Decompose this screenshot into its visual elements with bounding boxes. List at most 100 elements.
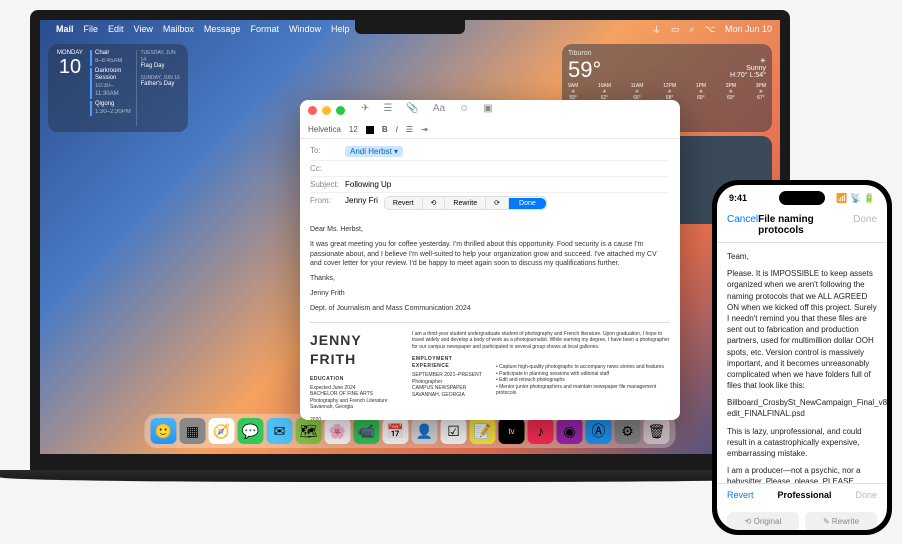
event-title: Chair <box>95 50 132 58</box>
menu-window[interactable]: Window <box>289 24 321 34</box>
forward-icon[interactable]: ⟳ <box>486 197 509 209</box>
header-icon[interactable]: ☰ <box>383 103 392 114</box>
dock-settings[interactable]: ⚙ <box>615 418 641 444</box>
cc-label: Cc: <box>310 164 345 173</box>
menubar-datetime[interactable]: Mon Jun 10 <box>725 24 772 34</box>
dock-safari[interactable]: 🧭 <box>209 418 235 444</box>
from-label: From: <box>310 196 345 210</box>
menu-help[interactable]: Help <box>331 24 350 34</box>
edu-heading: EDUCATION <box>310 376 400 383</box>
menu-message[interactable]: Message <box>204 24 241 34</box>
dock-launchpad[interactable]: ▦ <box>180 418 206 444</box>
dock-calendar[interactable]: 📅 <box>383 418 409 444</box>
sig-name: Jenny Frith <box>310 289 670 299</box>
dock-mail[interactable]: ✉ <box>267 418 293 444</box>
done-button[interactable]: Done <box>853 214 877 236</box>
dock-maps[interactable]: 🗺 <box>296 418 322 444</box>
dock-trash[interactable]: 🗑 <box>644 418 670 444</box>
para-2: This is lazy, unprofessional, and could … <box>727 426 877 460</box>
attach-icon[interactable]: 📎 <box>406 103 418 114</box>
rewrite-button[interactable]: Rewrite <box>445 198 486 209</box>
weather-condition: Sunny <box>730 65 766 72</box>
emoji-icon[interactable]: ☺ <box>459 103 469 114</box>
resume-name: JENNY FRITH <box>310 331 400 370</box>
iphone-buttons: ⟲ Original ✎ Rewrite <box>717 506 887 530</box>
iphone-screen: 9:41 📶 📡 🔋 Cancel File naming protocols … <box>717 185 887 530</box>
filename: Billboard_CrosbySt_NewCampaign_Final_v81… <box>727 397 877 419</box>
sun-icon: ☀ <box>730 57 766 65</box>
revert-button[interactable]: Revert <box>727 490 754 500</box>
traffic-lights <box>300 100 353 121</box>
menu-format[interactable]: Format <box>250 24 279 34</box>
mail-toolbar: ✈ ☰ 📎 Aa ☺ ▣ <box>353 101 501 120</box>
emp-detail: SEPTEMBER 2021–PRESENT Photographer CAMP… <box>412 372 488 398</box>
mail-body[interactable]: Dear Ms. Herbst, It was great meeting yo… <box>300 217 680 420</box>
dock-reminders[interactable]: ☑ <box>441 418 467 444</box>
iphone-tools: Revert Professional Done <box>717 483 887 506</box>
menu-file[interactable]: File <box>84 24 99 34</box>
greeting: Dear Ms. Herbst, <box>310 225 670 235</box>
italic-button[interactable]: I <box>396 125 398 134</box>
bold-button[interactable]: B <box>382 125 388 134</box>
subject-label: Subject: <box>310 180 345 189</box>
indent-icon[interactable]: ⇥ <box>421 125 428 134</box>
photo-icon[interactable]: ▣ <box>483 103 492 114</box>
dock-notes[interactable]: 📝 <box>470 418 496 444</box>
menu-mailbox[interactable]: Mailbox <box>163 24 194 34</box>
subject-field[interactable]: Following Up <box>345 180 391 189</box>
maximize-button[interactable] <box>336 106 345 115</box>
edu-detail: Expected June 2024 BACHELOR OF FINE ARTS… <box>310 385 400 420</box>
menu-edit[interactable]: Edit <box>108 24 124 34</box>
search-icon[interactable]: ⌕ <box>690 24 695 35</box>
original-button[interactable]: ⟲ Original <box>727 512 799 530</box>
upcoming-day: SUNDAY, JUN 16 <box>141 75 183 82</box>
to-label: To: <box>310 146 345 157</box>
dock-facetime[interactable]: 📹 <box>354 418 380 444</box>
minimize-button[interactable] <box>322 106 331 115</box>
wifi-icon[interactable]: ⏚ <box>652 23 661 36</box>
font-select[interactable]: Helvetica <box>308 125 341 134</box>
color-swatch[interactable] <box>366 126 374 134</box>
send-icon[interactable]: ✈ <box>361 103 369 114</box>
dock-podcasts[interactable]: ◉ <box>557 418 583 444</box>
back-icon[interactable]: ⟲ <box>423 197 446 209</box>
dock-appstore[interactable]: Ⓐ <box>586 418 612 444</box>
upcoming-title: Flag Day <box>141 63 183 71</box>
list-icon[interactable]: ☰ <box>406 125 413 134</box>
from-field[interactable]: Jenny Fri <box>345 196 378 210</box>
thanks: Thanks, <box>310 274 670 284</box>
notch <box>355 20 465 34</box>
upcoming-title: Father's Day <box>141 81 183 89</box>
para-1: Please. It is IMPOSSIBLE to keep assets … <box>727 268 877 391</box>
recipient-chip[interactable]: Andi Herbst ▾ <box>345 146 403 157</box>
dock-tv[interactable]: tv <box>499 418 525 444</box>
dock-music[interactable]: ♪ <box>528 418 554 444</box>
format-icon[interactable]: Aa <box>433 103 445 114</box>
rewrite-button[interactable]: ✎ Rewrite <box>805 512 877 530</box>
revert-button[interactable]: Revert <box>385 198 423 209</box>
dock-contacts[interactable]: 👤 <box>412 418 438 444</box>
weather-range: H:70° L:54° <box>730 72 766 79</box>
dock-finder[interactable]: 🙂 <box>151 418 177 444</box>
nav-title: File naming protocols <box>758 214 853 236</box>
weather-location: Tiburon <box>568 50 766 57</box>
upcoming-day: TUESDAY, JUN 14 <box>141 50 183 63</box>
calendar-widget[interactable]: MONDAY 10 Chair8–8:45AM Darkroom Session… <box>48 44 188 132</box>
size-select[interactable]: 12 <box>349 125 358 134</box>
close-button[interactable] <box>308 106 317 115</box>
cancel-button[interactable]: Cancel <box>727 214 758 236</box>
battery-icon[interactable]: ▭ <box>671 24 680 35</box>
weather-temp: 59° <box>568 57 601 83</box>
done-button[interactable]: Done <box>855 490 877 500</box>
iphone-body[interactable]: Team, Please. It is IMPOSSIBLE to keep a… <box>717 243 887 483</box>
menu-view[interactable]: View <box>134 24 153 34</box>
dock-photos[interactable]: 🌸 <box>325 418 351 444</box>
control-center-icon[interactable]: ⌥ <box>705 24 715 35</box>
body-para: It was great meeting you for coffee yest… <box>310 240 670 269</box>
iphone-status-icons: 📶 📡 🔋 <box>836 193 875 204</box>
mode-label[interactable]: Professional <box>777 490 831 500</box>
dock-messages[interactable]: 💬 <box>238 418 264 444</box>
greeting: Team, <box>727 251 877 262</box>
menubar-app[interactable]: Mail <box>56 24 74 34</box>
done-button[interactable]: Done <box>509 198 546 209</box>
